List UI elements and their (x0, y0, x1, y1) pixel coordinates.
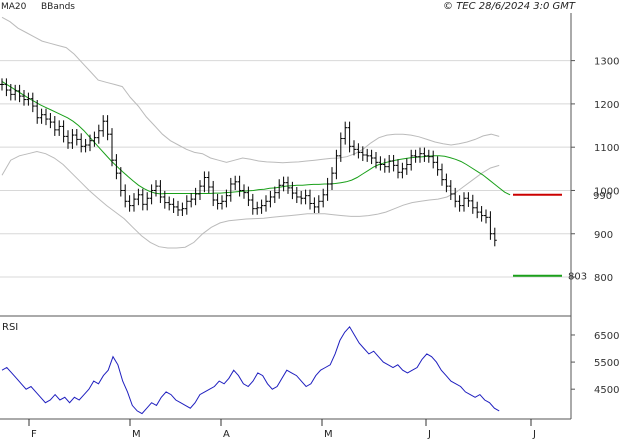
rsi-tick-label-65: 6500 (594, 331, 619, 342)
legend-ma20: MA20 (1, 2, 27, 12)
x-tick-label-4: J (427, 429, 431, 440)
rsi-series (1, 325, 500, 415)
rsi-line (1, 325, 500, 415)
x-tick-label-3: M (324, 429, 333, 440)
price-tick-label-1100: 1100 (594, 143, 619, 154)
price-y-ticks: 8009001000110012001300 (571, 57, 619, 284)
rsi-tick-label-45: 4500 (594, 385, 619, 396)
price-tick-label-900: 900 (594, 230, 613, 241)
rsi-tick-label-55: 5500 (594, 358, 619, 369)
x-tick-label-5: J (532, 429, 536, 440)
rsi-label: RSI (2, 322, 18, 333)
price-panel (0, 13, 571, 316)
copyright-text: © TEC 28/6/2024 3:0 GMT (443, 1, 576, 12)
chart-canvas: 8009001000110012001300 990803 MA20 BBand… (0, 1, 619, 440)
x-tick-label-1: M (132, 429, 141, 440)
x-tick-label-0: F (31, 429, 37, 440)
legend-bbands: BBands (41, 2, 75, 12)
support-label: 803 (568, 272, 587, 283)
rsi-y-ticks: 4500 5500 6500 (571, 331, 619, 396)
price-tick-label-1200: 1200 (594, 100, 619, 111)
resistance-label: 990 (593, 191, 612, 202)
x-axis-month-ticks: FMAMJJ (28, 419, 536, 440)
price-tick-label-800: 800 (594, 273, 613, 284)
x-tick-label-2: A (223, 429, 230, 440)
price-tick-label-1300: 1300 (594, 57, 619, 68)
